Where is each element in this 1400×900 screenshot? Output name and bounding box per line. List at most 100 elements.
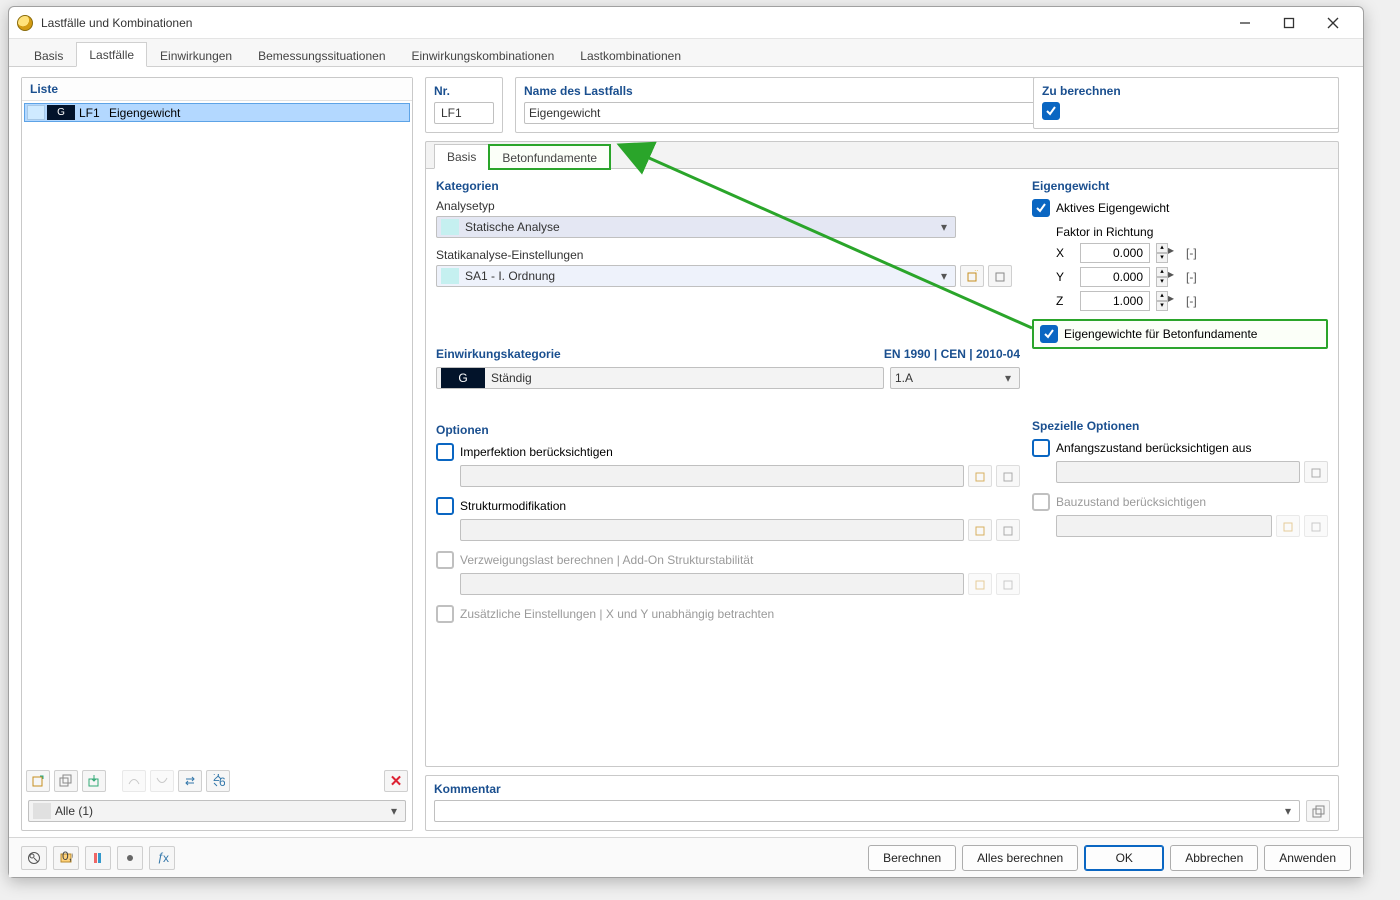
ek-header: Einwirkungskategorie — [436, 347, 561, 361]
analysetyp-label: Analysetyp — [436, 199, 1020, 213]
ek-sub-combo[interactable]: 1.A ▾ — [890, 367, 1020, 389]
app-icon — [17, 15, 33, 31]
anwenden-button[interactable]: Anwenden — [1264, 845, 1351, 871]
svg-text:0,00: 0,00 — [62, 851, 73, 863]
bau-new-button — [1276, 515, 1300, 537]
kommentar-combo[interactable]: ▾ — [434, 800, 1300, 822]
tab-bemessung[interactable]: Bemessungssituationen — [245, 43, 398, 67]
statik-new-button[interactable]: * — [960, 265, 984, 287]
new-item-button[interactable] — [26, 770, 50, 792]
colors-button[interactable] — [85, 846, 111, 870]
arrow-right-icon[interactable]: ▸ — [1168, 243, 1174, 263]
strukturmod-label: Strukturmodifikation — [460, 499, 566, 513]
import-item-button[interactable] — [82, 770, 106, 792]
strukturmod-edit-button[interactable] — [996, 519, 1020, 541]
spezielle-header: Spezielle Optionen — [1032, 419, 1328, 433]
arrow-right-icon[interactable]: ▸ — [1168, 267, 1174, 287]
renumber-button[interactable]: 26 — [206, 770, 230, 792]
alles-berechnen-button[interactable]: Alles berechnen — [962, 845, 1078, 871]
strukturmod-field — [460, 519, 964, 541]
list-item-category: G — [47, 105, 75, 120]
dialog-window: Lastfälle und Kombinationen Basis Lastfä… — [8, 6, 1364, 878]
section-kommentar: Kommentar ▾ — [425, 775, 1339, 831]
script-button[interactable]: ƒx — [149, 846, 175, 870]
chevron-down-icon: ▾ — [937, 220, 951, 234]
list-filter-value: Alle (1) — [55, 804, 387, 818]
x-value[interactable]: 0.000 — [1080, 243, 1150, 263]
list-item-check[interactable] — [27, 105, 45, 120]
tab-einwirkungen[interactable]: Einwirkungen — [147, 43, 245, 67]
abbrechen-button[interactable]: Abbrechen — [1170, 845, 1258, 871]
imperfektion-edit-button[interactable] — [996, 465, 1020, 487]
help-button[interactable] — [21, 846, 47, 870]
subtab-basis[interactable]: Basis — [434, 144, 489, 169]
delete-item-button[interactable]: ✕ — [384, 770, 408, 792]
x-unit: [-] — [1186, 246, 1210, 260]
bau-checkbox — [1032, 493, 1050, 511]
y-label: Y — [1056, 270, 1074, 284]
minimize-button[interactable] — [1223, 9, 1267, 37]
tool-button-2 — [150, 770, 174, 792]
close-button[interactable] — [1311, 9, 1355, 37]
maximize-button[interactable] — [1267, 9, 1311, 37]
imperfektion-new-button[interactable] — [968, 465, 992, 487]
arrow-right-icon[interactable]: ▸ — [1168, 291, 1174, 311]
aktiv-eigengewicht-checkbox[interactable] — [1032, 199, 1050, 217]
x-spinner[interactable]: ▴▾ — [1156, 243, 1168, 263]
nr-field[interactable]: LF1 — [434, 102, 494, 124]
svg-text:x: x — [163, 851, 169, 865]
imperfektion-checkbox[interactable] — [436, 443, 454, 461]
z-spinner[interactable]: ▴▾ — [1156, 291, 1168, 311]
statik-value: SA1 - I. Ordnung — [465, 269, 937, 283]
window-title: Lastfälle und Kombinationen — [41, 16, 192, 30]
subtab-betonfundamente[interactable]: Betonfundamente — [489, 145, 610, 169]
strukturmod-checkbox[interactable] — [436, 497, 454, 515]
calc-label: Zu berechnen — [1042, 84, 1330, 98]
berechnen-button[interactable]: Berechnen — [868, 845, 956, 871]
anfang-checkbox[interactable] — [1032, 439, 1050, 457]
chevron-down-icon: ▾ — [387, 804, 401, 818]
swap-button[interactable] — [178, 770, 202, 792]
list-header: Liste — [22, 78, 412, 101]
delete-icon: ✕ — [390, 772, 403, 790]
section-spezielle: Spezielle Optionen Anfangszustand berück… — [1032, 419, 1328, 547]
tab-einwirkungskombinationen[interactable]: Einwirkungskombinationen — [399, 43, 568, 67]
y-spinner[interactable]: ▴▾ — [1156, 267, 1168, 287]
beton-checkbox[interactable] — [1040, 325, 1058, 343]
nr-box: Nr. LF1 — [425, 77, 503, 133]
copy-item-button[interactable] — [54, 770, 78, 792]
ek-standard: EN 1990 | CEN | 2010-04 — [884, 347, 1020, 361]
list-item-name: Eigengewicht — [107, 106, 409, 120]
ek-cat-badge: G — [441, 368, 485, 388]
kommentar-edit-button[interactable] — [1306, 800, 1330, 822]
sub-tabbar: Basis Betonfundamente — [425, 141, 1339, 169]
verzweigung-checkbox — [436, 551, 454, 569]
ok-button[interactable]: OK — [1084, 845, 1164, 871]
strukturmod-new-button[interactable] — [968, 519, 992, 541]
statik-combo[interactable]: SA1 - I. Ordnung ▾ — [436, 265, 956, 287]
anfang-edit-button[interactable] — [1304, 461, 1328, 483]
list-filter-combo[interactable]: Alle (1) ▾ — [28, 800, 406, 822]
dot-button[interactable] — [117, 846, 143, 870]
ek-combo[interactable]: G Ständig — [436, 367, 884, 389]
z-value[interactable]: 1.000 — [1080, 291, 1150, 311]
statik-edit-button[interactable] — [988, 265, 1012, 287]
statik-swatch — [441, 268, 459, 284]
dialog-footer: 0,00 ƒx Berechnen Alles berechnen OK Abb… — [9, 837, 1363, 877]
tab-lastkombinationen[interactable]: Lastkombinationen — [567, 43, 694, 67]
beton-highlight-box: Eigengewichte für Betonfundamente — [1032, 319, 1328, 349]
loadcase-list[interactable]: G LF1 Eigengewicht — [22, 101, 412, 766]
list-panel: Liste G LF1 Eigengewicht 26 ✕ — [21, 77, 413, 831]
tab-basis[interactable]: Basis — [21, 43, 76, 67]
analysetyp-value: Statische Analyse — [465, 220, 937, 234]
analysetyp-combo[interactable]: Statische Analyse ▾ — [436, 216, 956, 238]
optionen-header: Optionen — [436, 423, 1020, 437]
tab-lastfaelle[interactable]: Lastfälle — [76, 42, 147, 67]
calc-checkbox[interactable] — [1042, 102, 1060, 120]
section-optionen: Optionen Imperfektion berücksichtigen — [436, 423, 1020, 627]
zusatz-label: Zusätzliche Einstellungen | X und Y unab… — [460, 607, 774, 621]
list-item[interactable]: G LF1 Eigengewicht — [24, 103, 410, 122]
y-value[interactable]: 0.000 — [1080, 267, 1150, 287]
chevron-down-icon: ▾ — [1281, 804, 1295, 818]
units-button[interactable]: 0,00 — [53, 846, 79, 870]
